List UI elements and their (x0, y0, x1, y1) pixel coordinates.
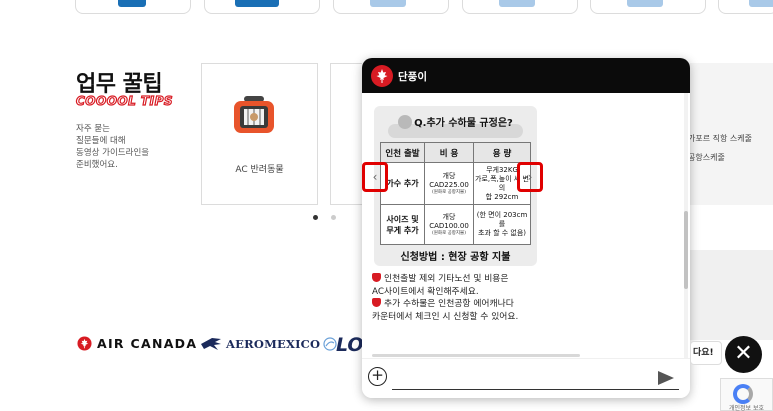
chat-scrollbar-thumb[interactable] (684, 211, 688, 289)
character-face-icon (398, 115, 413, 129)
tip-card-pet[interactable]: AC 반려동물 (201, 63, 318, 205)
add-attachment-button[interactable]: + (368, 367, 387, 386)
brand-aeromexico[interactable]: AEROMEXICO (200, 336, 337, 352)
recaptcha-icon (733, 384, 753, 404)
tips-description-line: 동영상 가이드라인을 (76, 148, 150, 158)
baggage-table: 인천 출발 비 용 용 량 가수 추가 개당 CAD225.00 (원화로 공항… (380, 142, 531, 245)
baggage-info-card: Q.추가 수하물 규정은? 인천 출발 비 용 용 량 가수 추가 개당 CAD… (374, 106, 537, 266)
message-line: 카운터에서 체크인 시 신청할 수 있어요. (372, 311, 519, 322)
top-card-5[interactable] (590, 0, 706, 14)
chat-title: 단풍이 (398, 71, 427, 83)
table-cell: 사이즈 및 무게 추가 (380, 204, 425, 245)
peek-text-1: 가포르 직항 스케줄 (688, 134, 752, 143)
fee-value: CAD225.00 (429, 180, 469, 189)
card-question-text: Q.추가 수하물 규정은? (414, 118, 513, 129)
brand-aeromexico-text: AEROMEXICO (226, 337, 321, 351)
lot-logo-icon: LO (336, 334, 362, 353)
tips-subtitle: COOOOL TIPS (75, 93, 174, 108)
maple-leaf-avatar-icon (371, 65, 393, 87)
tip-card-label: AC 반려동물 (235, 165, 284, 175)
chevron-right-icon: › (527, 170, 533, 184)
pagination-dot[interactable] (331, 215, 336, 220)
chevron-left-icon: ‹ (372, 170, 378, 184)
message-text: 인천출발 제외 기타노선 및 비용은 (384, 274, 509, 284)
maple-leaf-icon (77, 336, 92, 351)
chat-messages[interactable]: Q.추가 수하물 규정은? 인천 출발 비 용 용 량 가수 추가 개당 CAD… (362, 93, 690, 358)
message-input[interactable] (394, 367, 650, 387)
message-divider (372, 354, 580, 357)
table-header: 용 량 (473, 142, 531, 163)
chat-input-area: + (362, 358, 690, 398)
table-cell: 개당 CAD225.00 (원화로 공항지불) (424, 162, 474, 205)
row-label-line: 사이즈 및 (386, 214, 419, 224)
tips-description-line: 질문들에 대해 (76, 136, 126, 146)
fee-value: CAD100.00 (429, 221, 469, 230)
top-card-6[interactable] (718, 0, 773, 14)
brand-lot[interactable]: LO (336, 331, 362, 353)
chat-message: 인천출발 제외 기타노선 및 비용은 AC사이트에서 확인해주세요. 추가 수하… (372, 273, 612, 323)
chatbot-window: 단풍이 Q.추가 수하물 규정은? 인천 출발 비 용 용 량 가수 추가 개당 (362, 58, 690, 398)
table-cell: 개당 CAD100.00 (원화로 공항지불) (424, 204, 474, 245)
brand-air-canada[interactable]: AIR CANADA (77, 336, 197, 351)
pagination-dot-active[interactable] (313, 215, 318, 220)
page: 업무 꿀팁 COOOOL TIPS 자주 묻는 질문들에 대해 동영상 가이드라… (0, 0, 773, 411)
peek-text-2: 공항스케줄 (688, 153, 725, 162)
close-icon: ✕ (734, 341, 753, 366)
message-line: 인천출발 제외 기타노선 및 비용은 (372, 273, 612, 286)
table-cell: (한 면이 203cm를 초과 할 수 없음) (473, 204, 531, 245)
top-card-1[interactable] (75, 0, 191, 14)
tips-description-line: 준비했어요. (76, 160, 118, 170)
row-label-line: 무게 추가 (386, 225, 419, 235)
tip-card-2[interactable] (330, 63, 362, 205)
svg-text:LO: LO (336, 334, 362, 353)
chat-header: 단풍이 (362, 58, 690, 93)
close-chat-button[interactable]: ✕ (725, 336, 762, 373)
capacity-line: (한 면이 203cm를 (476, 211, 528, 228)
fee-prefix: 개당 (442, 171, 456, 180)
pet-carrier-icon (234, 96, 274, 133)
maple-leaf-icon (372, 273, 381, 282)
peek-gray-panel (688, 250, 773, 340)
eagle-knight-icon (201, 338, 221, 350)
message-line: 추가 수하물은 인천공항 에어캐나다 (372, 298, 612, 311)
tips-description-line: 자주 묻는 (76, 124, 110, 134)
top-card-2[interactable] (204, 0, 320, 14)
table-header: 비 용 (424, 142, 474, 163)
top-card-4[interactable] (462, 0, 578, 14)
send-icon[interactable] (658, 371, 674, 385)
card-prev-button[interactable]: ‹ (362, 162, 388, 192)
fee-note: (원화로 공항지불) (432, 189, 466, 195)
message-line: AC사이트에서 확인해주세요. (372, 286, 479, 297)
card-question: Q.추가 수하물 규정은? (374, 114, 537, 129)
table-header: 인천 출발 (380, 142, 425, 163)
chat-scrollbar[interactable] (684, 93, 688, 358)
fee-note: (원화로 공항지불) (432, 230, 466, 236)
capacity-line: 초과 할 수 없음) (477, 229, 527, 237)
input-underline (392, 389, 679, 390)
card-next-button[interactable]: › (517, 162, 543, 192)
peek-bubble: 다요! (690, 341, 722, 365)
fee-prefix: 개당 (442, 212, 456, 221)
brand-air-canada-text: AIR CANADA (97, 336, 198, 351)
recaptcha-text: 개인정보 보호 (728, 405, 765, 411)
message-text: 추가 수하물은 인천공항 에어캐나다 (384, 299, 514, 309)
top-card-3[interactable] (333, 0, 449, 14)
maple-leaf-icon (372, 298, 381, 307)
recaptcha-badge[interactable]: 개인정보 보호 (720, 378, 773, 411)
tips-description: 자주 묻는 질문들에 대해 동영상 가이드라인을 준비했어요. (76, 123, 186, 171)
card-footer: 신청방법 : 현장 공항 지불 (400, 252, 511, 263)
capacity-line: 합 292cm (485, 192, 519, 201)
